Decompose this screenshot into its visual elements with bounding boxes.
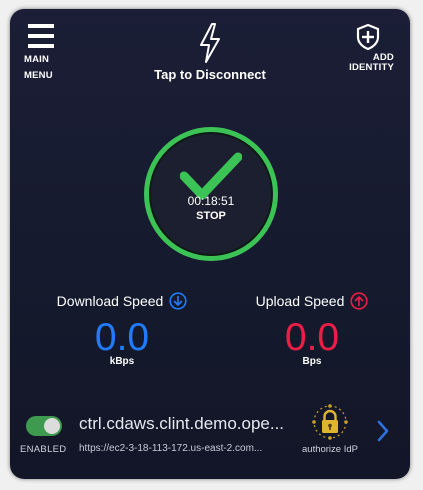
stop-label: STOP xyxy=(196,210,226,222)
connection-timer: 00:18:51 xyxy=(187,194,235,208)
enabled-label: ENABLED xyxy=(20,444,67,455)
upload-speed-unit: Bps xyxy=(302,356,322,367)
main-menu-label-line-2: MENU xyxy=(24,70,53,81)
chevron-right-icon[interactable] xyxy=(376,419,390,443)
shield-plus-icon xyxy=(356,23,380,51)
download-speed-label: Download Speed xyxy=(56,293,164,309)
hamburger-menu-icon xyxy=(28,24,54,48)
download-speed-panel: Download Speed 0.0 kBps xyxy=(32,292,212,367)
download-arrow-icon xyxy=(169,292,187,310)
main-menu-label-line-1: MAIN xyxy=(24,54,50,65)
upload-speed-label: Upload Speed xyxy=(255,293,345,309)
download-speed-unit: kBps xyxy=(109,356,135,367)
app-window: MAIN MENU Tap to Disconnect ADD IDENTITY… xyxy=(10,9,410,479)
disconnect-button[interactable]: Tap to Disconnect xyxy=(135,23,285,82)
main-menu-button[interactable]: MAIN MENU xyxy=(24,23,64,81)
disconnect-label: Tap to Disconnect xyxy=(154,67,266,82)
toggle-knob xyxy=(44,418,60,434)
connection-status-button[interactable]: 00:18:51 STOP xyxy=(144,127,278,261)
lightning-bolt-icon xyxy=(200,23,220,63)
download-speed-value: 0.0 xyxy=(94,316,150,359)
service-name[interactable]: ctrl.cdaws.clint.demo.ope... xyxy=(79,414,291,434)
add-identity-label-line-2: IDENTITY xyxy=(349,62,394,73)
service-url: https://ec2-3-18-113-172.us-east-2.com..… xyxy=(79,443,263,454)
upload-speed-value: 0.0 xyxy=(284,316,340,359)
upload-arrow-icon xyxy=(350,292,368,310)
authorize-idp-button[interactable]: authorize IdP xyxy=(294,404,366,455)
authorize-idp-label: authorize IdP xyxy=(302,444,358,455)
upload-speed-panel: Upload Speed 0.0 Bps xyxy=(222,292,402,367)
padlock-icon xyxy=(312,404,348,440)
service-enabled-toggle[interactable] xyxy=(26,416,62,436)
add-identity-button[interactable]: ADD IDENTITY xyxy=(342,23,394,73)
